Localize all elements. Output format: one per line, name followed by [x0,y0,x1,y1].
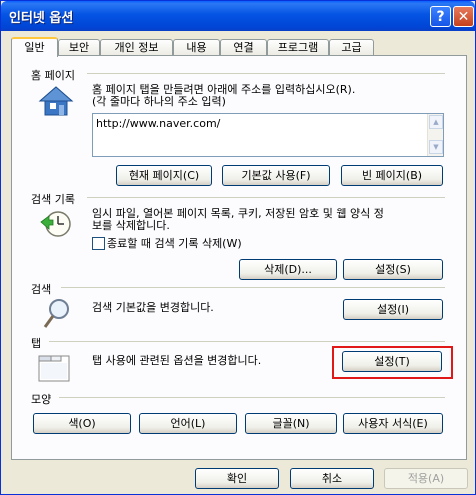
tab-general[interactable]: 일반 [11,37,58,57]
tabs-desc: 탭 사용에 관련된 옵션을 변경합니다. [92,354,262,367]
languages-button[interactable]: 언어(L) [139,413,237,434]
search-divider [61,287,445,288]
history-desc-2: 보를 삭제합니다. [92,219,170,232]
home-page-divider [87,73,445,74]
help-button[interactable]: ? [430,6,451,27]
home-page-url-value: http://www.naver.com/ [96,117,221,130]
browsing-history-label: 검색 기록 [31,193,75,206]
appearance-divider [59,397,445,398]
ok-button[interactable]: 확인 [195,468,279,489]
history-clock-icon [40,211,71,237]
colors-button[interactable]: 색(O) [33,413,131,434]
search-desc: 검색 기본값을 변경합니다. [92,301,214,314]
tab-security[interactable]: 보안 [58,39,100,56]
scroll-up-icon[interactable]: ▲ [429,115,443,129]
accessibility-button[interactable]: 사용자 서식(E) [343,413,443,434]
delete-on-exit-checkbox[interactable] [92,237,105,250]
home-page-desc-2: (각 줄마다 하나의 주소 입력) [92,95,226,108]
search-label: 검색 [31,283,52,296]
tabs-settings-button[interactable]: 설정(T) [342,351,442,372]
delete-history-button[interactable]: 삭제(D)... [239,259,337,280]
scroll-down-icon[interactable]: ▼ [429,140,443,154]
search-settings-button[interactable]: 설정(I) [343,299,443,320]
tabs-window-icon [38,355,70,382]
tab-connections[interactable]: 연결 [220,39,267,56]
browsing-history-divider [87,197,445,198]
tab-privacy[interactable]: 개인 정보 [100,39,173,56]
cancel-button[interactable]: 취소 [290,468,374,489]
home-page-url-scrollbar[interactable]: ▲ ▼ [427,114,443,156]
magnifier-icon [43,299,69,328]
tab-programs[interactable]: 프로그램 [267,39,329,56]
home-page-label: 홈 페이지 [31,69,75,82]
internet-options-dialog: 인터넷 옵션 ? ✕ 일반 보안 개인 정보 내용 연결 프로그램 고급 홈 페… [0,0,476,495]
use-default-button[interactable]: 기본값 사용(F) [222,165,330,186]
history-settings-button[interactable]: 설정(S) [343,259,443,280]
window-title: 인터넷 옵션 [9,11,74,26]
title-bar[interactable]: 인터넷 옵션 ? ✕ [1,1,475,31]
tab-content[interactable]: 내용 [173,39,220,56]
use-current-button[interactable]: 현재 페이지(C) [116,165,212,186]
home-page-url-textarea[interactable]: http://www.naver.com/ ▲ ▼ [92,113,444,157]
appearance-label: 모양 [31,393,52,406]
house-icon [38,86,74,116]
tabs-divider [49,341,445,342]
tabs-label: 탭 [31,337,42,350]
use-blank-button[interactable]: 빈 페이지(B) [341,165,443,186]
tab-advanced[interactable]: 고급 [329,39,374,56]
close-button[interactable]: ✕ [453,6,474,27]
fonts-button[interactable]: 글꼴(N) [245,413,337,434]
apply-button[interactable]: 적용(A) [384,468,468,489]
delete-on-exit-label: 종료할 때 검색 기록 삭제(W) [107,237,242,250]
